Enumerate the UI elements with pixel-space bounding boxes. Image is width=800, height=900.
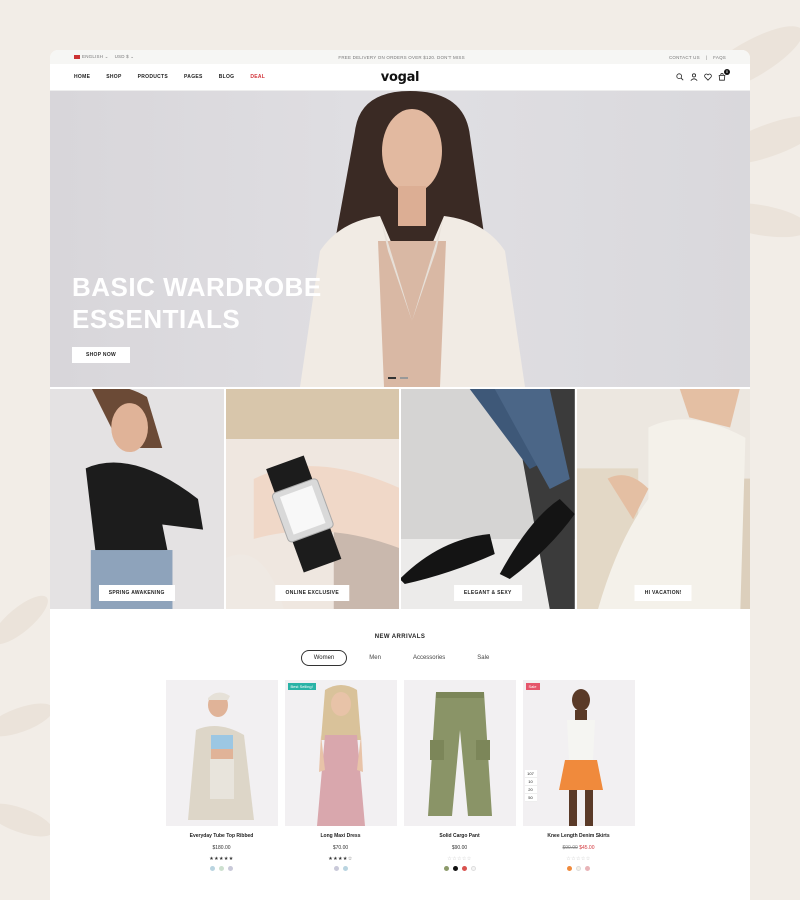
faqs-link[interactable]: FAQS bbox=[713, 55, 726, 60]
wishlist-icon[interactable] bbox=[704, 73, 712, 81]
contact-link[interactable]: CONTACT US bbox=[669, 55, 700, 60]
product-image[interactable] bbox=[165, 680, 278, 826]
sale-price: $45.00 bbox=[579, 845, 595, 851]
product-name[interactable]: Everyday Tube Top Ribbed bbox=[166, 833, 278, 839]
uk-flag-icon bbox=[74, 54, 80, 59]
color-swatch[interactable] bbox=[342, 866, 348, 871]
shoes-image bbox=[401, 389, 575, 609]
carousel-dot[interactable] bbox=[388, 377, 396, 379]
product-image[interactable]: Sale 107 10 20 50 bbox=[522, 680, 635, 826]
product-card[interactable]: Sale 107 10 20 50 Knee Length Denim Skir… bbox=[522, 680, 635, 871]
product-image[interactable] bbox=[403, 680, 516, 826]
color-swatch[interactable] bbox=[219, 866, 224, 871]
color-swatch[interactable] bbox=[576, 866, 581, 871]
nav-shop[interactable]: SHOP bbox=[106, 74, 121, 80]
hero-title: BASIC WARDROBE ESSENTIALS bbox=[72, 272, 322, 334]
model-maxi-dress-image bbox=[316, 685, 365, 826]
category-tile-spring[interactable]: SPRING AWAKENING bbox=[50, 389, 224, 609]
rating-stars: ☆☆☆☆☆ bbox=[447, 856, 472, 862]
nav-products[interactable]: PRODUCTS bbox=[138, 74, 168, 80]
model-black-top-image bbox=[85, 389, 204, 609]
rating-stars: ★★★★☆ bbox=[328, 856, 353, 862]
color-swatch[interactable] bbox=[228, 866, 233, 871]
color-swatch[interactable] bbox=[210, 866, 215, 871]
tab-accessories[interactable]: Accessories bbox=[403, 651, 455, 665]
category-tile-vacation[interactable]: HI VACATION! bbox=[576, 389, 750, 609]
cart-icon[interactable]: 0 bbox=[718, 69, 730, 81]
browser-window: ENGLISH ⌄ USD $ ⌄ FREE DELIVERY ON ORDER… bbox=[50, 50, 750, 900]
carousel-dot[interactable] bbox=[400, 377, 408, 379]
search-icon[interactable] bbox=[676, 73, 684, 81]
account-icon[interactable] bbox=[690, 73, 698, 81]
color-swatch[interactable] bbox=[333, 866, 339, 871]
product-image[interactable]: Best Selling! bbox=[284, 680, 397, 826]
arrival-tabs: Women Men Accessories Sale bbox=[50, 650, 750, 666]
main-nav: HOME SHOP PRODUCTS PAGES BLOG DEAL vogal… bbox=[50, 64, 750, 91]
product-name[interactable]: Solid Cargo Pant bbox=[404, 833, 516, 839]
hero-banner: BASIC WARDROBE ESSENTIALS SHOP NOW bbox=[50, 91, 750, 387]
original-price: $90.00 bbox=[562, 845, 578, 851]
tab-sale[interactable]: Sale bbox=[467, 651, 499, 665]
product-name[interactable]: Long Maxi Dress bbox=[285, 833, 397, 839]
tab-men[interactable]: Men bbox=[359, 651, 391, 665]
rating-stars: ☆☆☆☆☆ bbox=[566, 856, 591, 862]
product-price: $70.00 bbox=[332, 845, 349, 851]
product-grid: Everyday Tube Top Ribbed $180.00 ★★★★★ B… bbox=[50, 680, 750, 871]
nav-pages[interactable]: PAGES bbox=[184, 74, 203, 80]
rating-stars: ★★★★★ bbox=[209, 856, 234, 862]
color-swatches bbox=[166, 866, 278, 871]
tile-label[interactable]: SPRING AWAKENING bbox=[98, 585, 175, 601]
color-swatch[interactable] bbox=[470, 866, 476, 871]
separator: | bbox=[705, 54, 708, 60]
nav-blog[interactable]: BLOG bbox=[219, 74, 235, 80]
color-swatch[interactable] bbox=[461, 866, 467, 871]
color-swatches bbox=[523, 866, 635, 871]
product-name[interactable]: Knee Length Denim Skirts bbox=[523, 833, 635, 839]
color-swatch[interactable] bbox=[443, 866, 449, 871]
language-selector[interactable]: ENGLISH ⌄ bbox=[74, 54, 109, 60]
cargo-pant-image bbox=[427, 692, 492, 816]
tile-label[interactable]: ONLINE EXCLUSIVE bbox=[275, 585, 349, 601]
shop-now-button[interactable]: SHOP NOW bbox=[72, 347, 130, 363]
logo[interactable]: vogal bbox=[381, 70, 420, 85]
announcement-text: FREE DELIVERY ON ORDERS OVER $120. DON'T… bbox=[338, 54, 465, 60]
category-tile-online[interactable]: ONLINE EXCLUSIVE bbox=[225, 389, 399, 609]
currency-selector[interactable]: USD $ ⌄ bbox=[115, 54, 135, 60]
category-tiles: SPRING AWAKENING ONLINE EXCLUSIVE ELEGAN… bbox=[50, 389, 750, 609]
tab-women[interactable]: Women bbox=[300, 650, 348, 666]
nav-deal[interactable]: DEAL bbox=[250, 74, 265, 80]
category-tile-elegant[interactable]: ELEGANT & SEXY bbox=[401, 389, 575, 609]
product-price: $180.00 bbox=[212, 845, 231, 851]
hero-model-image bbox=[300, 91, 525, 387]
watch-image bbox=[225, 389, 399, 609]
model-denim-skirt-image bbox=[558, 689, 603, 826]
nav-home[interactable]: HOME bbox=[74, 74, 90, 80]
color-swatch[interactable] bbox=[585, 866, 590, 871]
product-card[interactable]: Best Selling! Long Maxi Dress $70.00 ★★★… bbox=[284, 680, 397, 871]
color-swatches bbox=[285, 866, 397, 871]
product-card[interactable]: Solid Cargo Pant $90.00 ☆☆☆☆☆ bbox=[403, 680, 516, 871]
countdown-timer: 107 10 20 50 bbox=[524, 770, 537, 802]
product-price: $90.00 $45.00 bbox=[523, 845, 635, 851]
color-swatch[interactable] bbox=[567, 866, 572, 871]
utility-bar: ENGLISH ⌄ USD $ ⌄ FREE DELIVERY ON ORDER… bbox=[50, 50, 750, 64]
color-swatches bbox=[404, 866, 516, 871]
product-price: $90.00 bbox=[451, 845, 468, 851]
product-card[interactable]: Everyday Tube Top Ribbed $180.00 ★★★★★ bbox=[165, 680, 278, 871]
model-white-dress-image bbox=[576, 389, 750, 609]
best-selling-badge: Best Selling! bbox=[287, 683, 316, 690]
tile-label[interactable]: HI VACATION! bbox=[634, 585, 692, 601]
color-swatch[interactable] bbox=[452, 866, 458, 871]
sale-badge: Sale bbox=[525, 683, 540, 690]
carousel-dots bbox=[388, 377, 408, 379]
section-title: NEW ARRIVALS bbox=[374, 634, 426, 640]
tile-label[interactable]: ELEGANT & SEXY bbox=[453, 585, 522, 601]
cart-count-badge: 0 bbox=[724, 69, 730, 75]
model-tube-top-image bbox=[187, 692, 254, 820]
